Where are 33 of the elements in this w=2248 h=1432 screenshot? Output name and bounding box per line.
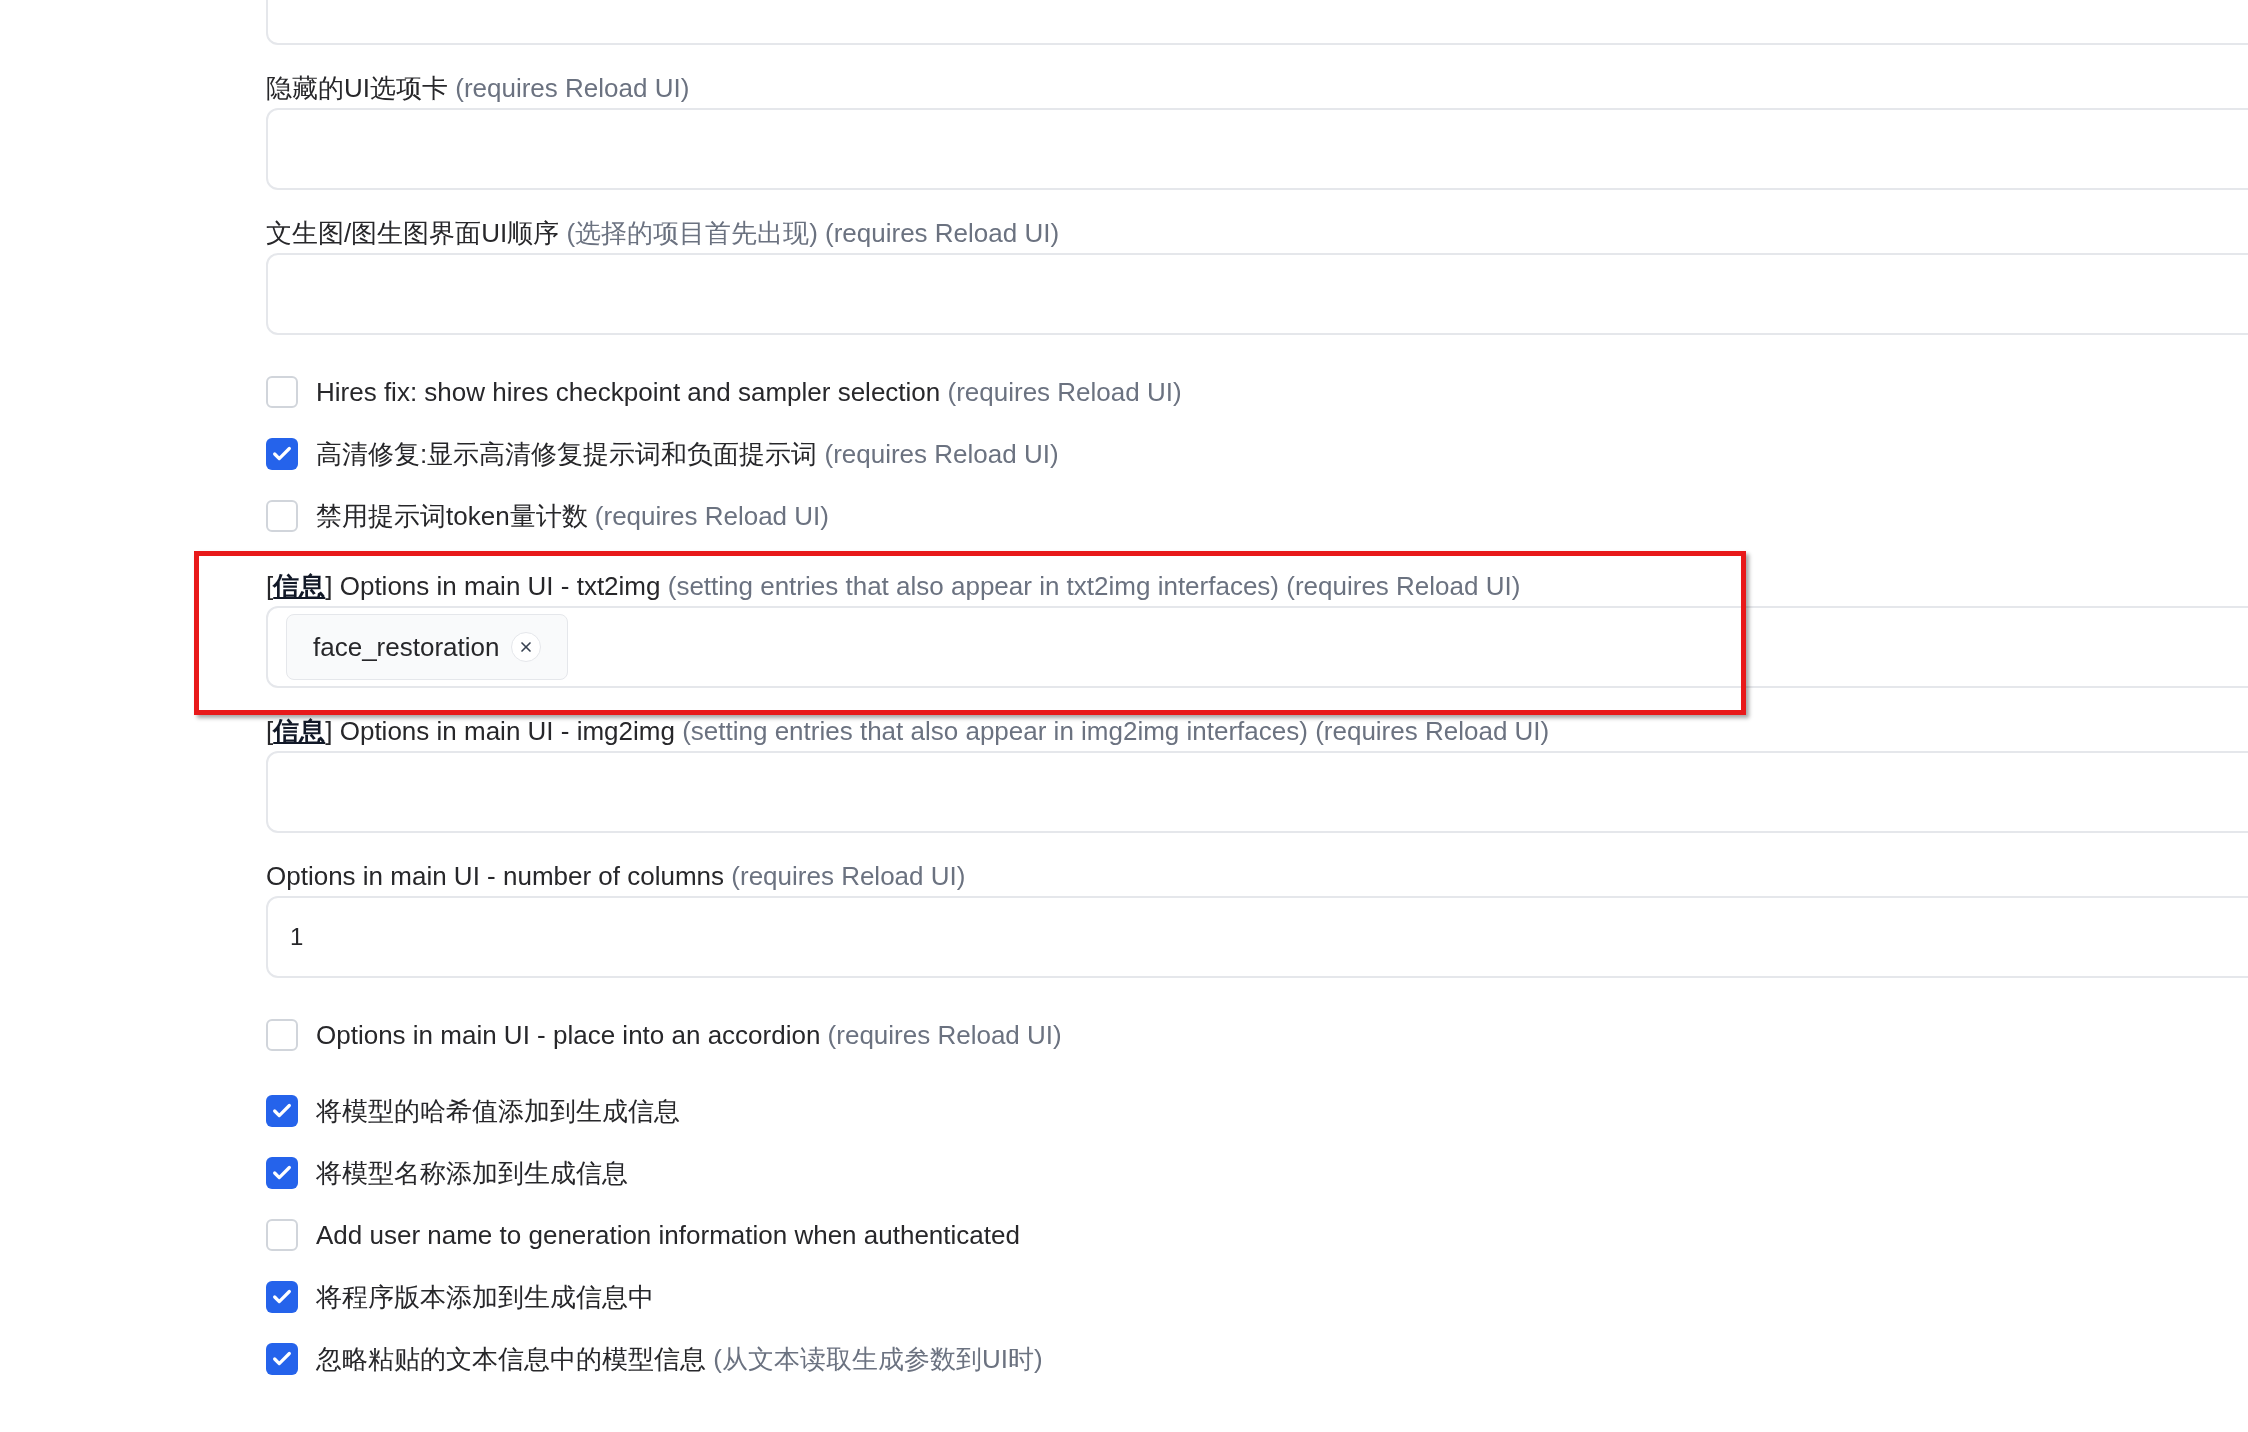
field-label: [信息] Options in main UI - img2img (setting entries that also appear in img2img interfaces) (requires Reload UI) (266, 715, 1551, 748)
input-field[interactable] (266, 751, 2248, 833)
checkbox[interactable] (266, 1343, 298, 1375)
checkbox-label: Options in main UI - place into an accordion (requires Reload UI) (316, 1019, 1062, 1052)
info-link[interactable]: 信息 (273, 716, 326, 746)
checkbox-label: 高清修复:显示高清修复提示词和负面提示词 (requires Reload UI) (316, 438, 1059, 471)
checkbox[interactable] (266, 1095, 298, 1127)
field-label: Options in main UI - number of columns (requires Reload UI) (266, 860, 967, 893)
field-label: [信息] Options in main UI - txt2img (setting entries that also appear in txt2img interfaces) (requires Reload UI) (266, 570, 1522, 603)
checkbox[interactable] (266, 376, 298, 408)
checkbox-label: 忽略粘贴的文本信息中的模型信息 (从文本读取生成参数到UI时) (316, 1343, 1043, 1376)
checkbox-label: 将模型的哈希值添加到生成信息 (316, 1095, 680, 1128)
input-field[interactable] (266, 253, 2248, 335)
checkbox[interactable] (266, 1281, 298, 1313)
checkbox[interactable] (266, 500, 298, 532)
checkbox-label: 禁用提示词token量计数 (requires Reload UI) (316, 500, 829, 533)
field-label: 文生图/图生图界面UI顺序 (选择的项目首先出现) (requires Reload UI) (266, 217, 1061, 250)
field-value: 1 (289, 922, 304, 952)
number-field[interactable]: 1 (266, 896, 2248, 978)
input-field[interactable] (266, 108, 2248, 190)
input-field[interactable]: face_restoration (266, 606, 2248, 688)
tag-label: face_restoration (313, 630, 500, 664)
remove-button[interactable] (511, 632, 542, 662)
checkbox[interactable] (266, 1019, 298, 1051)
checkbox-label: Add user name to generation information when authenticated (316, 1219, 1020, 1252)
checkbox[interactable] (266, 1157, 298, 1189)
checkbox[interactable] (266, 438, 298, 470)
checkbox-label: 将程序版本添加到生成信息中 (316, 1281, 654, 1314)
checkbox-label: Hires fix: show hires checkpoint and sampler selection (requires Reload UI) (316, 376, 1182, 409)
checkbox-label: 将模型名称添加到生成信息 (316, 1157, 628, 1190)
info-link[interactable]: 信息 (273, 571, 326, 601)
checkbox[interactable] (266, 1219, 298, 1251)
field-label: 隐藏的UI选项卡 (requires Reload UI) (266, 72, 691, 105)
